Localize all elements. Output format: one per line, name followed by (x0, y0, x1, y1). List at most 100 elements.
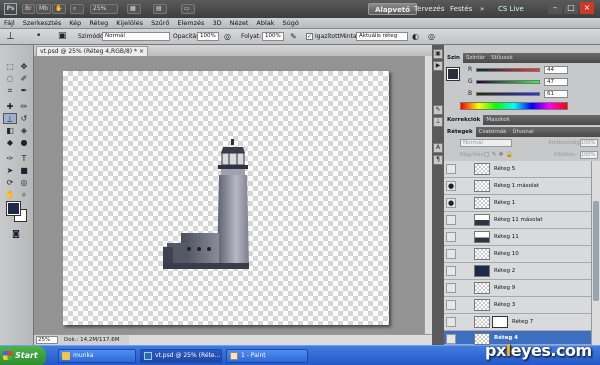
eraser-tool-icon[interactable]: ◧ (3, 125, 17, 136)
tab-close-icon[interactable]: × (139, 48, 144, 55)
zoom-tool-icon[interactable]: ⌕ (70, 4, 84, 14)
layer-visibility-toggle[interactable] (446, 283, 456, 293)
type-tool-icon[interactable]: T (17, 153, 31, 164)
layer-row[interactable]: Réteg 3 (444, 297, 591, 314)
move-tool-icon[interactable]: ✥ (17, 61, 31, 72)
b-value[interactable]: 61 (544, 90, 568, 98)
mode-select[interactable]: Normál (102, 32, 170, 41)
view-extras-icon[interactable]: ▦ (127, 4, 141, 14)
pen-tool-icon[interactable]: ✑ (3, 153, 17, 164)
layer-mask-thumbnail[interactable] (492, 316, 508, 328)
tab-layers[interactable]: Rétegek (444, 127, 476, 137)
shape-tool-icon[interactable]: ■ (17, 165, 31, 176)
layers-scrollbar-thumb[interactable] (593, 201, 599, 301)
dodge-tool-icon[interactable]: ● (17, 137, 31, 148)
taskbar-item-paint[interactable]: 1 - Paint (226, 349, 308, 363)
clone-stamp-tool-icon[interactable]: ⊥ (3, 113, 17, 124)
layer-visibility-toggle[interactable] (446, 215, 456, 225)
ignore-adjustment-icon[interactable]: ◐ (412, 32, 419, 41)
tab-color[interactable]: Szín (444, 53, 463, 63)
bridge-button[interactable]: Br (22, 4, 35, 14)
status-zoom-field[interactable]: 25% (36, 336, 58, 344)
color-panel-fg-swatch[interactable] (446, 67, 460, 81)
layer-row[interactable]: Réteg 11 másolat (444, 212, 591, 229)
layer-row[interactable]: Réteg 10 (444, 246, 591, 263)
menu-file[interactable]: Fájl (0, 18, 19, 29)
clone-stamp-preset-icon[interactable]: ⊥ (6, 31, 15, 42)
blend-mode-select[interactable]: Normál (460, 139, 512, 147)
flow-field[interactable]: 100% (262, 32, 284, 41)
layer-visibility-toggle[interactable]: ● (446, 198, 456, 208)
taskbar-item-photoshop[interactable]: vt.psd @ 25% (Réte... (140, 349, 222, 363)
arrange-documents-icon[interactable]: ▤ (153, 4, 167, 14)
layer-row[interactable]: Réteg 9 (444, 280, 591, 297)
tab-channels[interactable]: Csatornák (476, 127, 510, 137)
color-spectrum-bar[interactable] (460, 102, 568, 110)
more-workspaces-button[interactable]: » (474, 3, 490, 15)
path-select-tool-icon[interactable]: ➤ (3, 165, 17, 176)
screen-mode-icon[interactable]: ▭ (181, 4, 195, 14)
zoom-tool-icon[interactable]: ⌕ (17, 189, 31, 200)
document-size-info[interactable]: Dok.: 14,2M/117,6M (64, 337, 119, 343)
r-value[interactable]: 44 (544, 66, 568, 74)
g-value[interactable]: 47 (544, 78, 568, 86)
document-tab[interactable]: vt.psd @ 25% (Réteg 4,RGB/8) * × (36, 46, 148, 56)
layer-row[interactable]: Réteg 7 (444, 314, 591, 331)
history-brush-tool-icon[interactable]: ↺ (17, 113, 31, 124)
sample-select[interactable]: Aktuális réteg (356, 32, 408, 41)
foreground-color-swatch[interactable] (6, 201, 21, 216)
taskbar-item-folder[interactable]: munka (58, 349, 136, 363)
menu-view[interactable]: Nézet (226, 18, 253, 29)
vertical-scrollbar[interactable] (424, 56, 432, 334)
lock-icons[interactable]: ▢ ✎ ✥ 🔒 (484, 151, 513, 158)
brush-panel-icon[interactable]: ✎ (433, 105, 443, 115)
lasso-tool-icon[interactable]: ◌ (3, 73, 17, 84)
fill-field[interactable]: 100% (580, 151, 598, 159)
canvas-area[interactable] (34, 56, 424, 334)
zoom-level-dropdown[interactable]: 25% (90, 4, 118, 14)
history-panel-icon[interactable]: ▣ (433, 49, 443, 59)
layer-opacity-field[interactable]: 100% (580, 139, 598, 147)
aligned-checkbox[interactable]: ✓ (306, 33, 313, 40)
minimize-icon[interactable]: – (548, 2, 562, 14)
menu-layer[interactable]: Réteg (85, 18, 112, 29)
character-panel-icon[interactable]: A (433, 143, 443, 153)
menu-filter[interactable]: Szűrő (147, 18, 173, 29)
opacity-field[interactable]: 100% (197, 32, 219, 41)
paint-bucket-tool-icon[interactable]: ◈ (17, 125, 31, 136)
g-slider[interactable] (476, 80, 540, 84)
menu-help[interactable]: Súgó (279, 18, 303, 29)
menu-3d[interactable]: 3D (208, 18, 225, 29)
3d-rotate-tool-icon[interactable]: ⟳ (3, 177, 17, 188)
brush-tool-icon[interactable]: ✏ (17, 101, 31, 112)
horizontal-scrollbar[interactable] (129, 334, 432, 345)
r-slider[interactable] (476, 68, 540, 72)
close-icon[interactable]: × (580, 2, 594, 14)
layer-row[interactable]: Réteg 2 (444, 263, 591, 280)
layer-visibility-toggle[interactable] (446, 300, 456, 310)
cs-live-button[interactable]: CS Live (492, 3, 530, 15)
menu-select[interactable]: Kijelölés (112, 18, 147, 29)
hand-icon[interactable]: ✋ (52, 4, 66, 14)
brush-preset-icon[interactable]: • (36, 31, 41, 41)
menu-image[interactable]: Kép (65, 18, 85, 29)
pressure-size-icon[interactable]: ◎ (428, 32, 435, 41)
hand-tool-icon[interactable]: ✋ (3, 189, 17, 200)
actions-panel-icon[interactable]: ▶ (433, 61, 443, 71)
tab-styles[interactable]: Stílusok (488, 53, 516, 63)
quick-select-tool-icon[interactable]: ✐ (17, 73, 31, 84)
layer-visibility-toggle[interactable]: ● (446, 181, 456, 191)
layer-visibility-toggle[interactable] (446, 164, 456, 174)
layer-visibility-toggle[interactable] (446, 317, 456, 327)
transparent-canvas[interactable] (63, 71, 389, 325)
layer-row[interactable]: ● Réteg 1 másolat (444, 178, 591, 195)
crop-tool-icon[interactable]: ⌗ (3, 85, 17, 96)
3d-orbit-tool-icon[interactable]: ◎ (17, 177, 31, 188)
eyedropper-tool-icon[interactable]: ✒ (17, 85, 31, 96)
tab-adjustments[interactable]: Korrekciók (444, 115, 484, 125)
blur-tool-icon[interactable]: ◆ (3, 137, 17, 148)
paragraph-panel-icon[interactable]: ¶ (433, 155, 443, 165)
minibridge-button[interactable]: Mb (36, 4, 51, 14)
layer-visibility-toggle[interactable] (446, 232, 456, 242)
menu-edit[interactable]: Szerkesztés (19, 18, 65, 29)
